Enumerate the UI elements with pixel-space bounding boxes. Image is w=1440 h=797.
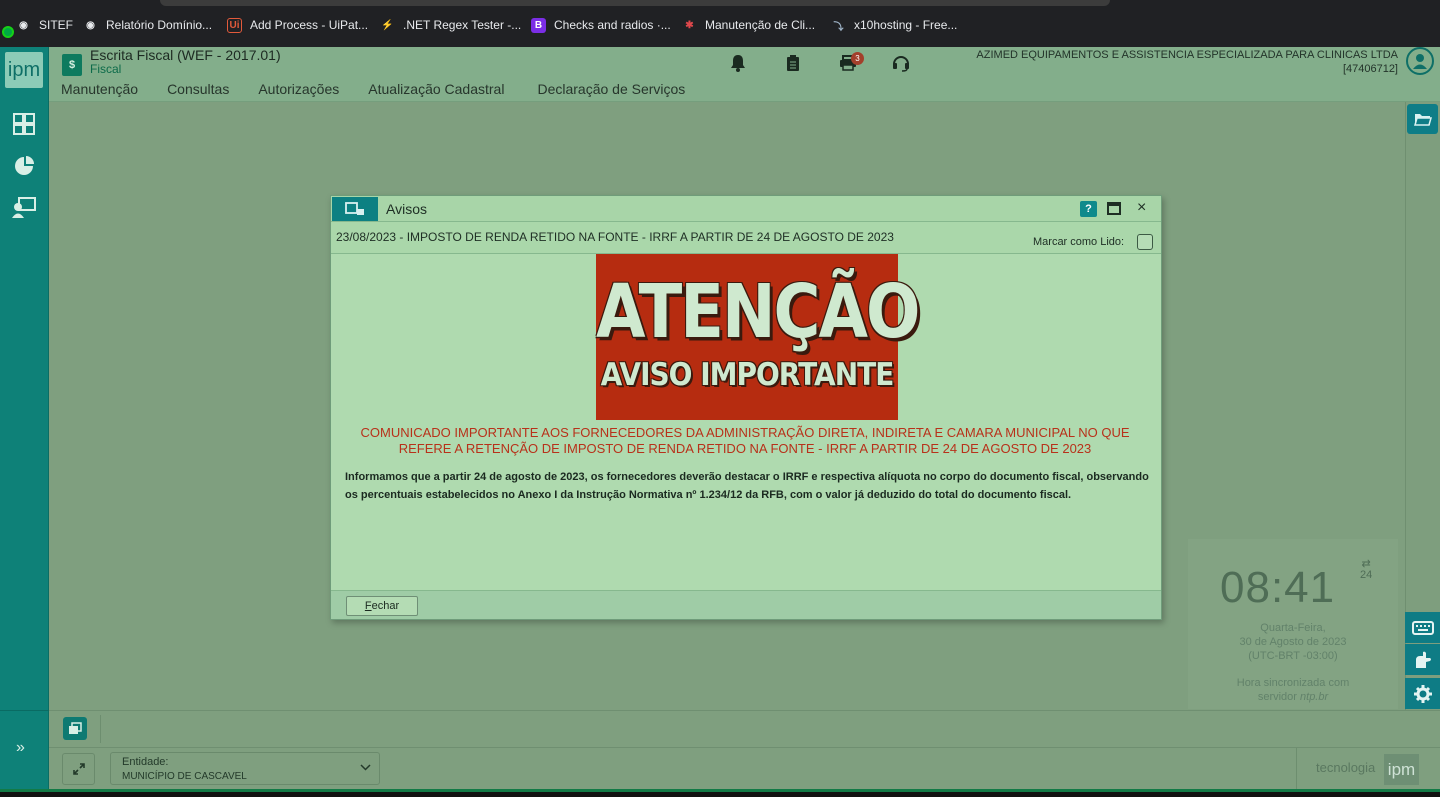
extension-status-icon (2, 26, 14, 38)
ntp-server: ntp.br (1300, 691, 1329, 703)
pie-chart-icon[interactable] (12, 154, 36, 178)
clock-format-toggle[interactable]: ⇄ 24 (1360, 559, 1372, 581)
bookmarks-bar: ◉ SITEF ◉ Relatório Domínio... Ui Add Pr… (0, 0, 1440, 48)
expand-arrows-icon (72, 763, 85, 775)
mark-read-label: Marcar como Lido: (1033, 236, 1125, 248)
app-window: ipm » $ Escrita Fiscal (WEF - 2017.01) F… (0, 47, 1440, 790)
clock-widget: 08:41 ⇄ 24 Quarta-Feira, 30 de Agosto de… (1188, 539, 1398, 709)
entity-select[interactable]: Entidade: MUNICÍPIO DE CASCAVEL (110, 752, 380, 785)
menu-manutencao[interactable]: Manutenção (61, 81, 138, 97)
app-header: $ Escrita Fiscal (WEF - 2017.01) Fiscal … (49, 47, 1440, 102)
folder-open-icon[interactable] (1407, 104, 1438, 134)
brand-logo: ipm (1384, 754, 1419, 785)
windows-stack-icon[interactable] (63, 717, 87, 740)
dialog-title: Avisos (386, 201, 427, 217)
window-taskbar (49, 710, 1440, 747)
menu-autorizacoes[interactable]: Autorizações (258, 81, 339, 97)
tab-strip-edge (160, 0, 1110, 6)
attention-banner-image: ATENÇÃO AVISO IMPORTANTE (596, 254, 920, 420)
bookmark-manutencao[interactable]: ✱ Manutenção de Cli... (682, 16, 815, 34)
chevron-down-icon (360, 763, 371, 774)
bird-icon: ⤵ (833, 21, 844, 33)
headset-icon[interactable] (889, 52, 913, 74)
clock-sync-info: Hora sincronizada com servidor ntp.br (1236, 677, 1350, 703)
notice-headline: COMUNICADO IMPORTANTE AOS FORNECEDORES D… (360, 425, 1130, 456)
dialog-titlebar[interactable]: Avisos ? × (331, 196, 1161, 222)
notice-text: Informamos que a partir 24 de agosto de … (345, 471, 1149, 501)
expand-sidebar-button[interactable]: » (16, 739, 25, 757)
clock-time: 08:41 (1220, 563, 1336, 612)
ipm-logo[interactable]: ipm (5, 52, 43, 88)
bookmark-x10hosting[interactable]: ⤵ x10hosting - Free... (831, 16, 958, 34)
calculator-icon[interactable] (12, 112, 36, 136)
printer-icon[interactable]: 3 (836, 52, 864, 74)
entity-value: MUNICÍPIO DE CASCAVEL (122, 771, 247, 782)
avisos-dialog: Avisos ? × 23/08/2023 - IMPOSTO DE RENDA… (330, 195, 1162, 620)
close-icon[interactable]: × (1137, 199, 1146, 217)
sidebar-divider (0, 710, 49, 711)
notice-window-icon (332, 197, 378, 221)
clock-date: Quarta-Feira, 30 de Agosto de 2023 (UTC-… (1239, 622, 1347, 662)
bookmark-regex-tester[interactable]: ⚡ .NET Regex Tester -... (380, 16, 521, 34)
taskbar-divider (100, 715, 101, 743)
bookmark-sitef[interactable]: ◉ SITEF (16, 16, 73, 34)
bookmark-relatorio-dominio[interactable]: ◉ Relatório Domínio... (83, 16, 212, 34)
brand-text: tecnologia (1316, 760, 1376, 775)
lightning-icon: ⚡ (381, 19, 394, 31)
company-name: AZIMED EQUIPAMENTOS E ASSISTENCIA ESPECI… (976, 49, 1398, 61)
print-queue-badge: 3 (851, 52, 864, 65)
banner-heading: ATENÇÃO (596, 270, 920, 356)
uipath-icon: Ui (227, 17, 242, 33)
sign-language-icon[interactable] (1405, 644, 1440, 675)
notice-body: ATENÇÃO AVISO IMPORTANTE COMUNICADO IMPO… (331, 254, 1161, 590)
main-menu: Manutenção Consultas Autorizações Atuali… (61, 81, 714, 97)
mark-read-checkbox[interactable] (1137, 234, 1153, 250)
user-monitor-icon[interactable] (12, 196, 36, 220)
help-button[interactable]: ? (1080, 201, 1097, 217)
settings-gear-icon[interactable] (1405, 678, 1440, 709)
footer-bar: Entidade: MUNICÍPIO DE CASCAVEL tecnolog… (49, 747, 1440, 790)
bookmark-checks-radios[interactable]: B Checks and radios ·... (531, 16, 671, 34)
dialog-footer: Fechar (331, 590, 1161, 619)
module-name: Fiscal (90, 62, 122, 76)
globe-icon: ◉ (86, 19, 95, 31)
menu-declaracao-servicos[interactable]: Declaração de Serviços (537, 81, 685, 97)
app-title: Escrita Fiscal (WEF - 2017.01) (90, 47, 281, 63)
company-info: AZIMED EQUIPAMENTOS E ASSISTENCIA ESPECI… (976, 48, 1398, 76)
menu-atualizacao-cadastral[interactable]: Atualização Cadastral (368, 81, 504, 97)
maximize-button[interactable] (1107, 202, 1121, 215)
bell-icon[interactable] (726, 52, 750, 74)
fullscreen-button[interactable] (62, 753, 95, 785)
keyboard-icon[interactable] (1405, 612, 1440, 643)
bug-icon: ✱ (685, 19, 694, 31)
fechar-button[interactable]: Fechar (346, 596, 418, 616)
bootstrap-icon: B (531, 17, 546, 33)
notice-title: 23/08/2023 - IMPOSTO DE RENDA RETIDO NA … (336, 230, 894, 244)
globe-icon: ◉ (19, 19, 28, 31)
menu-consultas[interactable]: Consultas (167, 81, 229, 97)
app-ledger-icon: $ (62, 54, 82, 76)
company-code: [47406712] (1342, 63, 1398, 75)
left-sidebar: ipm » (0, 47, 49, 789)
banner-subheading: AVISO IMPORTANTE (600, 356, 895, 393)
window-bottom-edge (0, 789, 1440, 797)
entity-label: Entidade: (122, 756, 169, 768)
user-account-icon[interactable] (1406, 47, 1434, 75)
bookmark-uipath[interactable]: Ui Add Process - UiPat... (227, 16, 368, 34)
notice-header: 23/08/2023 - IMPOSTO DE RENDA RETIDO NA … (331, 222, 1161, 254)
clipboard-icon[interactable] (781, 52, 805, 74)
footer-divider (1296, 748, 1297, 790)
